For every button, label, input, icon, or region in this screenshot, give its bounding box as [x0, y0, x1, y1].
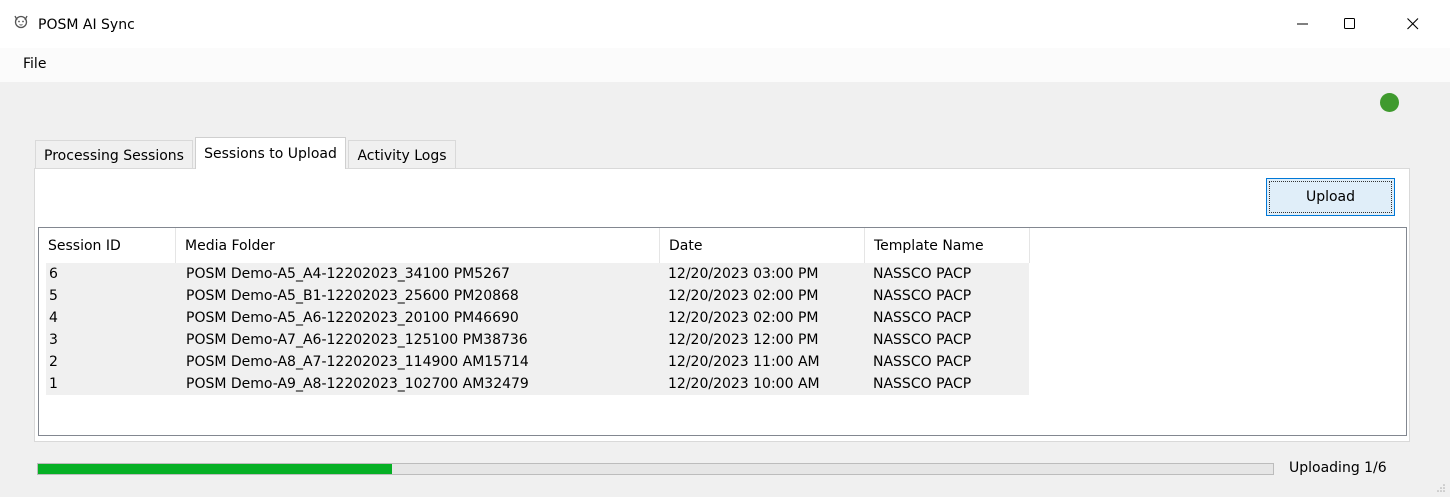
close-icon [1407, 18, 1419, 30]
cell-session-id: 6 [49, 266, 58, 282]
column-header-session-id[interactable]: Session ID [39, 228, 176, 263]
cell-media-folder: POSM Demo-A5_A6-12202023_20100 PM46690 [186, 310, 519, 326]
cell-template-name: NASSCO PACP [873, 332, 972, 348]
sessions-list[interactable]: Session ID Media Folder Date Template Na… [38, 227, 1407, 436]
cell-session-id: 5 [49, 288, 58, 304]
cell-template-name: NASSCO PACP [873, 310, 972, 326]
tab-sessions-to-upload[interactable]: Sessions to Upload [195, 137, 346, 169]
window-title: POSM AI Sync [38, 17, 135, 33]
minimize-icon [1297, 23, 1308, 25]
cell-template-name: NASSCO PACP [873, 376, 972, 392]
table-row[interactable]: 3 POSM Demo-A7_A6-12202023_125100 PM3873… [46, 329, 1029, 351]
table-row[interactable]: 6 POSM Demo-A5_A4-12202023_34100 PM5267 … [46, 263, 1029, 285]
table-row[interactable]: 5 POSM Demo-A5_B1-12202023_25600 PM20868… [46, 285, 1029, 307]
cell-date: 12/20/2023 12:00 PM [668, 332, 819, 348]
menu-file[interactable]: File [23, 56, 46, 72]
cell-template-name: NASSCO PACP [873, 354, 972, 370]
cell-date: 12/20/2023 02:00 PM [668, 288, 819, 304]
cell-session-id: 2 [49, 354, 58, 370]
menu-bar: File [0, 48, 1450, 82]
cell-date: 12/20/2023 11:00 AM [668, 354, 820, 370]
connection-status-indicator [1380, 93, 1399, 112]
maximize-icon [1344, 18, 1355, 29]
cell-session-id: 4 [49, 310, 58, 326]
cell-date: 12/20/2023 10:00 AM [668, 376, 820, 392]
tab-processing-sessions[interactable]: Processing Sessions [35, 140, 193, 170]
title-bar: POSM AI Sync [0, 0, 1450, 48]
cell-session-id: 3 [49, 332, 58, 348]
cell-template-name: NASSCO PACP [873, 288, 972, 304]
cell-media-folder: POSM Demo-A5_B1-12202023_25600 PM20868 [186, 288, 519, 304]
upload-progress-fill [38, 464, 393, 474]
upload-progress-bar [37, 463, 1274, 475]
table-row[interactable]: 1 POSM Demo-A9_A8-12202023_102700 AM3247… [46, 373, 1029, 395]
list-rows: 6 POSM Demo-A5_A4-12202023_34100 PM5267 … [46, 263, 1029, 395]
upload-progress-text: Uploading 1/6 [1289, 460, 1387, 476]
resize-grip-icon[interactable] [1436, 483, 1446, 493]
cell-date: 12/20/2023 03:00 PM [668, 266, 819, 282]
column-header-media-folder[interactable]: Media Folder [176, 228, 660, 263]
close-button[interactable] [1390, 0, 1436, 48]
table-row[interactable]: 2 POSM Demo-A8_A7-12202023_114900 AM1571… [46, 351, 1029, 373]
column-header-template-name[interactable]: Template Name [865, 228, 1030, 263]
maximize-button[interactable] [1327, 0, 1373, 48]
cell-media-folder: POSM Demo-A9_A8-12202023_102700 AM32479 [186, 376, 529, 392]
cell-session-id: 1 [49, 376, 58, 392]
upload-button[interactable]: Upload [1266, 178, 1395, 216]
cell-media-folder: POSM Demo-A8_A7-12202023_114900 AM15714 [186, 354, 529, 370]
cell-template-name: NASSCO PACP [873, 266, 972, 282]
table-row[interactable]: 4 POSM Demo-A5_A6-12202023_20100 PM46690… [46, 307, 1029, 329]
tab-activity-logs[interactable]: Activity Logs [348, 140, 456, 170]
column-header-date[interactable]: Date [660, 228, 865, 263]
cell-date: 12/20/2023 02:00 PM [668, 310, 819, 326]
minimize-button[interactable] [1280, 0, 1326, 48]
cat-face-icon [14, 15, 28, 29]
cell-media-folder: POSM Demo-A5_A4-12202023_34100 PM5267 [186, 266, 510, 282]
cell-media-folder: POSM Demo-A7_A6-12202023_125100 PM38736 [186, 332, 528, 348]
